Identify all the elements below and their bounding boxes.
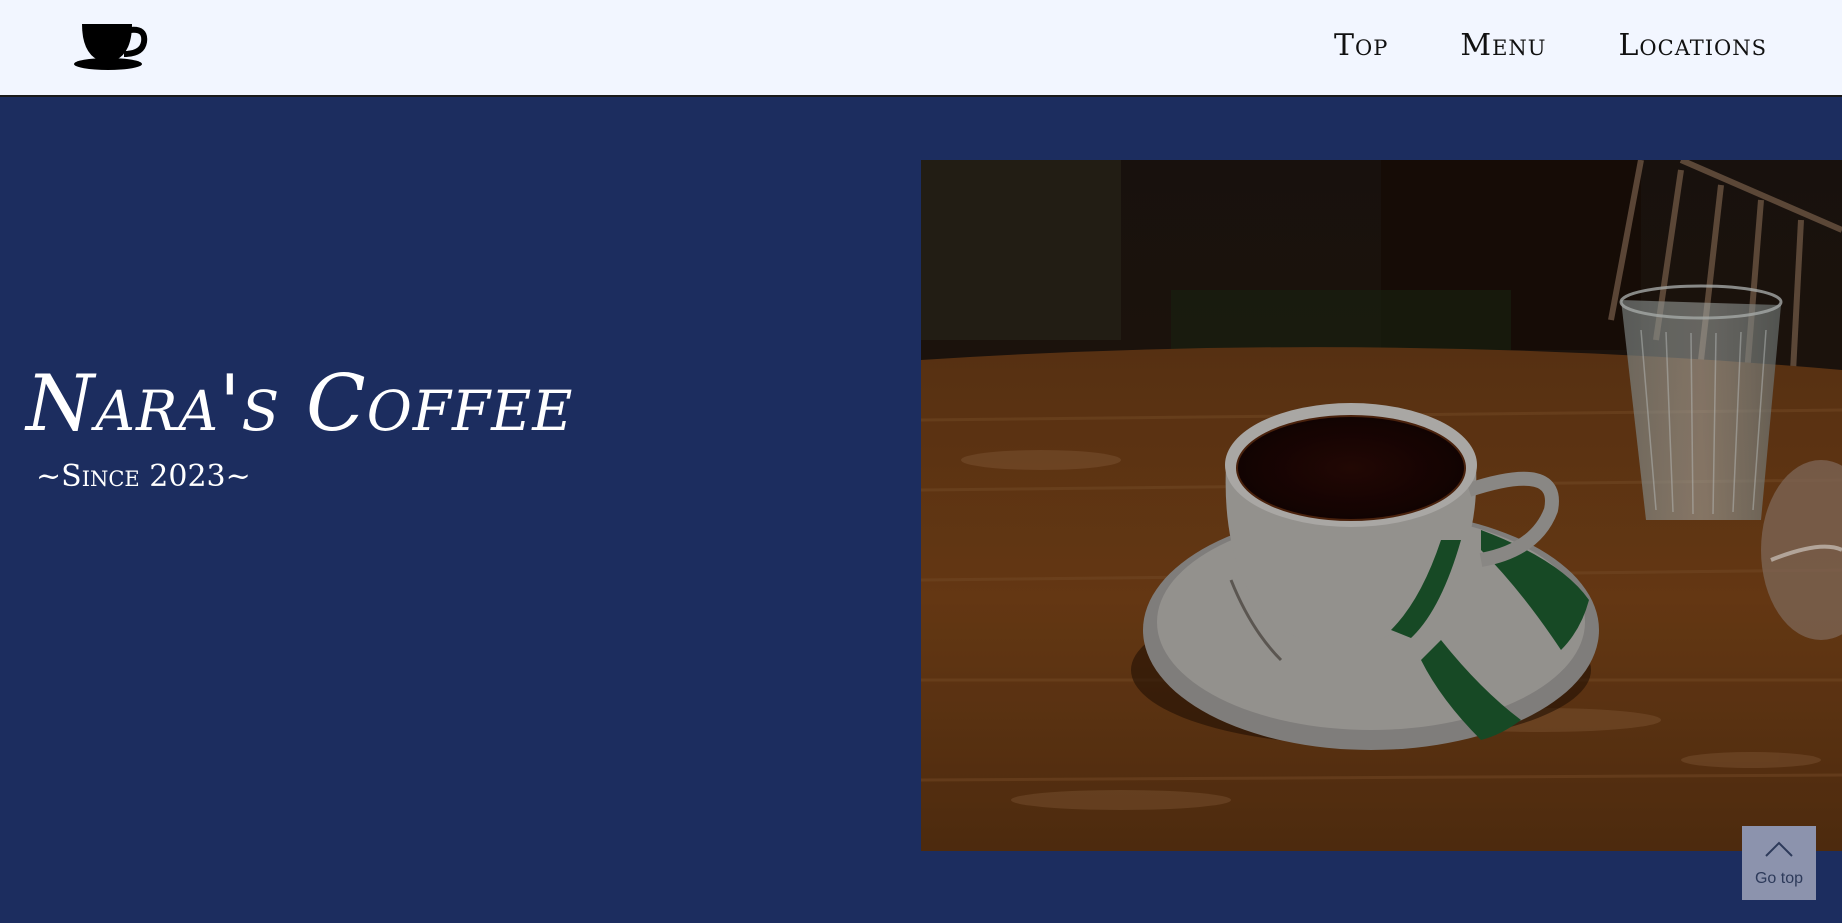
main-nav: Top Menu Locations [1334, 28, 1767, 63]
go-top-button[interactable]: Go top [1742, 826, 1816, 900]
nav-item-top[interactable]: Top [1334, 28, 1388, 63]
go-top-label: Go top [1754, 870, 1804, 887]
chevron-up-icon [1765, 841, 1793, 857]
logo-coffee-cup-icon[interactable] [74, 20, 154, 72]
site-header: Top Menu Locations [0, 0, 1842, 97]
hero-coffee-photo [921, 160, 1842, 851]
hero-section: Nara's Coffee ~Since 2023~ [0, 97, 1842, 923]
nav-item-locations[interactable]: Locations [1618, 28, 1767, 63]
hero-title: Nara's Coffee [26, 359, 574, 449]
hero-subtitle: ~Since 2023~ [36, 459, 251, 494]
nav-item-menu[interactable]: Menu [1460, 28, 1546, 63]
